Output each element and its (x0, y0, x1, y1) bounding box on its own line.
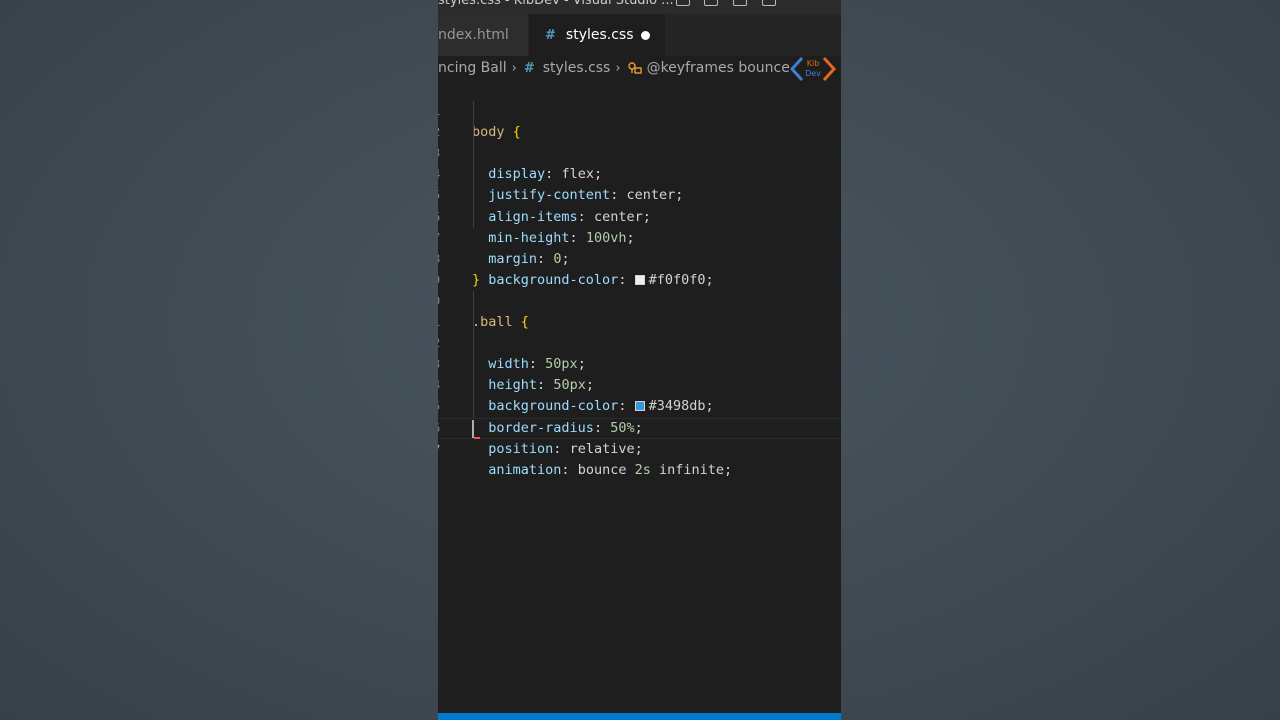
tab-label: ndex.html (438, 27, 509, 43)
indent-guide (473, 143, 474, 165)
code-line: 4 border-radius: 50%; (438, 354, 841, 436)
toggle-panel-icon[interactable] (704, 0, 718, 6)
css-property: animation (488, 461, 562, 478)
toggle-sidebar-icon[interactable] (676, 0, 690, 6)
code-line: 3 background-color: #3498db; (438, 333, 841, 414)
code-line: 8 } (438, 228, 841, 288)
window-title: styles.css - KibDev - Visual Studio ... (438, 0, 674, 8)
breadcrumb-file[interactable]: styles.css (543, 60, 611, 76)
toggle-secondary-sidebar-icon[interactable] (733, 0, 747, 6)
status-bar (438, 713, 841, 720)
css-property: position (488, 440, 554, 457)
indent-guide (473, 354, 474, 376)
error-squiggle (474, 433, 480, 439)
code-line: 3 justify-content: center; (438, 122, 841, 203)
indent-guide (473, 290, 474, 313)
logo-bottom-text: Dev (805, 69, 821, 78)
indent-guide (473, 375, 474, 397)
code-line: 1 width: 50px; (438, 290, 841, 372)
tab-bar: ndex.html # styles.css (438, 14, 841, 56)
chevron-right-icon: › (615, 60, 621, 76)
code-line: 7 background-color: #f0f0f0; (438, 206, 841, 288)
code-line: 5 min-height: 100vh; (438, 164, 841, 246)
css-file-icon: # (545, 27, 556, 43)
code-line: 2 display: flex; (438, 101, 841, 182)
tab-styles-css[interactable]: # styles.css (529, 14, 665, 56)
indent-guide (473, 333, 474, 355)
indent-guide (473, 122, 474, 144)
breadcrumb-folder[interactable]: ncing Ball (438, 60, 507, 76)
chevron-right-icon: › (511, 60, 517, 76)
css-value: relative (569, 440, 635, 457)
tab-index-html[interactable]: ndex.html (438, 14, 528, 56)
indent-guide (473, 312, 474, 334)
indent-guide (473, 185, 474, 207)
line-number: 7 (438, 440, 443, 461)
keyframes-symbol-icon (627, 62, 642, 74)
css-value: 2s (634, 461, 651, 478)
code-line: 1 body { (438, 80, 841, 140)
indent-guide (473, 396, 474, 418)
css-value: bounce (577, 461, 627, 478)
logo-top-text: Kib (807, 59, 820, 68)
customize-layout-icon[interactable] (762, 0, 776, 6)
code-line: 5 position: relative; (438, 375, 841, 457)
code-line: 0 .ball { (438, 270, 841, 330)
css-file-icon: # (523, 60, 535, 76)
indent-guide (473, 206, 474, 228)
title-bar: styles.css - KibDev - Visual Studio ... (438, 0, 841, 14)
code-line: 6 margin: 0; (438, 185, 841, 267)
breadcrumb: ncing Ball › # styles.css › @keyframes b… (438, 56, 841, 80)
kibdev-logo: Kib Dev (789, 56, 837, 82)
indent-guide (473, 101, 474, 123)
indent-guide (473, 164, 474, 186)
code-line: 2 height: 50px; (438, 312, 841, 393)
unsaved-changes-dot-icon[interactable] (641, 31, 650, 40)
tab-label: styles.css (565, 27, 634, 43)
breadcrumb-symbol[interactable]: @keyframes bounce (647, 60, 790, 76)
code-line: 4 align-items: center; (438, 143, 841, 225)
current-code-line: 7 (438, 417, 841, 457)
code-line: 9 (438, 249, 841, 287)
code-editor-window: styles.css - KibDev - Visual Studio ... … (438, 0, 841, 720)
css-value: infinite (659, 461, 725, 478)
code-area[interactable]: 1 body { 2 display: flex; 3 justify-cont… (438, 80, 841, 478)
code-line: 6 animation: bounce 2s infinite; (438, 396, 841, 478)
